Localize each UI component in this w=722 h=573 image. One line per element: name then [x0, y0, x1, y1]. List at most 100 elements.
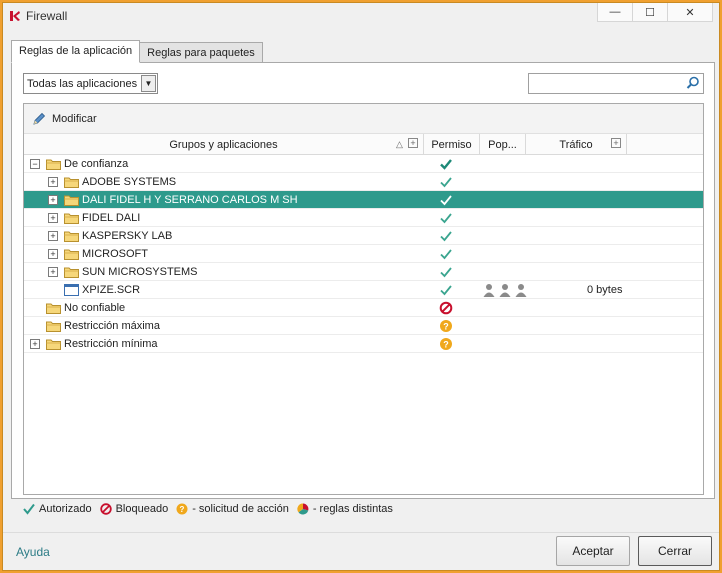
rules-table: Modificar Grupos y aplicaciones △ + Perm…	[23, 103, 704, 495]
table-row[interactable]: + DALI FIDEL H Y SERRANO CARLOS M SH	[24, 191, 703, 209]
row-label: SUN MICROSYSTEMS	[82, 266, 198, 278]
blocked-icon	[99, 503, 112, 515]
legend-allowed: Autorizado	[39, 503, 92, 515]
column-header-groups[interactable]: Grupos y aplicaciones	[24, 134, 424, 155]
user-icon	[498, 283, 512, 300]
question-icon[interactable]: ?	[439, 337, 453, 351]
check-icon[interactable]	[439, 247, 453, 261]
folder-icon	[46, 320, 61, 332]
footer: Ayuda Aceptar Cerrar	[3, 532, 719, 570]
folder-icon	[64, 194, 79, 206]
mixed-rules-icon	[297, 503, 309, 515]
table-row[interactable]: + FIDEL DALI	[24, 209, 703, 227]
traffic-value: 0 bytes	[587, 284, 623, 296]
folder-icon	[46, 338, 61, 350]
accept-button[interactable]: Aceptar	[556, 536, 630, 566]
table-row[interactable]: + SUN MICROSYSTEMS	[24, 263, 703, 281]
close-window-button[interactable]: ✕	[667, 3, 713, 22]
svg-text:?: ?	[443, 340, 449, 350]
folder-icon	[46, 158, 61, 170]
column-permission-label: Permiso	[431, 138, 472, 151]
svg-text:?: ?	[180, 505, 185, 514]
check-icon	[23, 503, 35, 515]
add-traffic-column-icon[interactable]: +	[611, 138, 621, 148]
maximize-button[interactable]: ☐	[632, 3, 668, 22]
row-label: FIDEL DALI	[82, 212, 141, 224]
folder-icon	[64, 266, 79, 278]
row-label: No confiable	[64, 302, 126, 314]
modify-label: Modificar	[52, 113, 97, 125]
check-icon[interactable]	[439, 229, 453, 243]
column-groups-label: Grupos y aplicaciones	[169, 138, 278, 151]
sort-indicator-icon[interactable]: △	[396, 139, 403, 150]
tab-application-rules[interactable]: Reglas de la aplicación	[11, 40, 141, 63]
table-toolbar: Modificar	[24, 104, 703, 134]
table-row[interactable]: + KASPERSKY LAB	[24, 227, 703, 245]
column-header-permission[interactable]: Permiso	[424, 134, 480, 155]
row-label: KASPERSKY LAB	[82, 230, 173, 242]
rules-panel: Todas las aplicaciones ▼ Modificar Grupo…	[11, 62, 715, 499]
table-row[interactable]: XPIZE.SCR 0 bytes	[24, 281, 703, 299]
check-icon[interactable]	[439, 283, 453, 297]
expand-icon[interactable]: +	[48, 213, 58, 223]
legend-mixed: - reglas distintas	[312, 503, 393, 515]
folder-icon	[46, 302, 61, 314]
legend: Autorizado Bloqueado ? - solicitud de ac…	[23, 503, 401, 515]
expand-icon[interactable]: +	[48, 249, 58, 259]
table-header: Grupos y aplicaciones △ + Permiso Pop...…	[24, 134, 703, 155]
table-row[interactable]: + Restricción mínima?	[24, 335, 703, 353]
column-pop-label: Pop...	[488, 138, 517, 151]
column-header-pop[interactable]: Pop...	[480, 134, 526, 155]
folder-icon	[64, 230, 79, 242]
expand-icon[interactable]: +	[48, 231, 58, 241]
kaspersky-logo-icon	[10, 11, 20, 21]
folder-icon	[64, 248, 79, 260]
expand-icon[interactable]: +	[48, 267, 58, 277]
user-icon	[482, 283, 496, 300]
application-filter-select[interactable]: Todas las aplicaciones ▼	[23, 73, 158, 94]
legend-blocked: Bloqueado	[115, 503, 169, 515]
table-row[interactable]: + ADOBE SYSTEMS	[24, 173, 703, 191]
row-label: MICROSOFT	[82, 248, 148, 260]
pencil-icon	[33, 112, 46, 125]
table-row[interactable]: − De confianza	[24, 155, 703, 173]
add-column-icon[interactable]: +	[408, 138, 418, 148]
blocked-icon[interactable]	[439, 301, 453, 315]
check-icon[interactable]	[439, 265, 453, 279]
user-icons	[482, 283, 528, 300]
window-title: Firewall	[26, 9, 68, 23]
check-icon[interactable]	[439, 157, 453, 171]
row-label: Restricción mínima	[64, 338, 158, 350]
column-traffic-label: Tráfico	[559, 138, 593, 151]
application-icon	[64, 284, 79, 296]
check-icon[interactable]	[439, 211, 453, 225]
minimize-button[interactable]: —	[597, 3, 633, 22]
modify-button[interactable]: Modificar	[32, 112, 97, 126]
row-label: ADOBE SYSTEMS	[82, 176, 177, 188]
expand-icon[interactable]: +	[30, 339, 40, 349]
collapse-icon[interactable]: −	[30, 159, 40, 169]
row-label: DALI FIDEL H Y SERRANO CARLOS M SH	[82, 194, 298, 206]
close-button[interactable]: Cerrar	[638, 536, 712, 566]
check-icon[interactable]	[439, 193, 453, 207]
search-icon[interactable]	[686, 76, 700, 90]
row-label: XPIZE.SCR	[82, 284, 141, 296]
table-row[interactable]: Restricción máxima?	[24, 317, 703, 335]
legend-ask: - solicitud de acción	[192, 503, 289, 515]
table-row[interactable]: No confiable	[24, 299, 703, 317]
firewall-window: Firewall — ☐ ✕ Reglas de la aplicación R…	[2, 2, 720, 571]
help-link[interactable]: Ayuda	[16, 545, 50, 559]
rules-rows: − De confianza + ADOBE SYSTEMS + DALI FIDEL H…	[24, 155, 703, 353]
chevron-down-icon[interactable]: ▼	[141, 75, 156, 92]
expand-icon[interactable]: +	[48, 177, 58, 187]
check-icon[interactable]	[439, 175, 453, 189]
expand-icon[interactable]: +	[48, 195, 58, 205]
question-icon: ?	[176, 503, 188, 515]
title-bar: Firewall — ☐ ✕	[3, 3, 719, 30]
tab-bar: Reglas de la aplicación Reglas para paqu…	[11, 40, 263, 63]
table-row[interactable]: + MICROSOFT	[24, 245, 703, 263]
svg-text:?: ?	[443, 322, 449, 332]
question-icon[interactable]: ?	[439, 319, 453, 333]
search-input[interactable]	[528, 73, 704, 94]
tab-packet-rules[interactable]: Reglas para paquetes	[139, 42, 263, 63]
